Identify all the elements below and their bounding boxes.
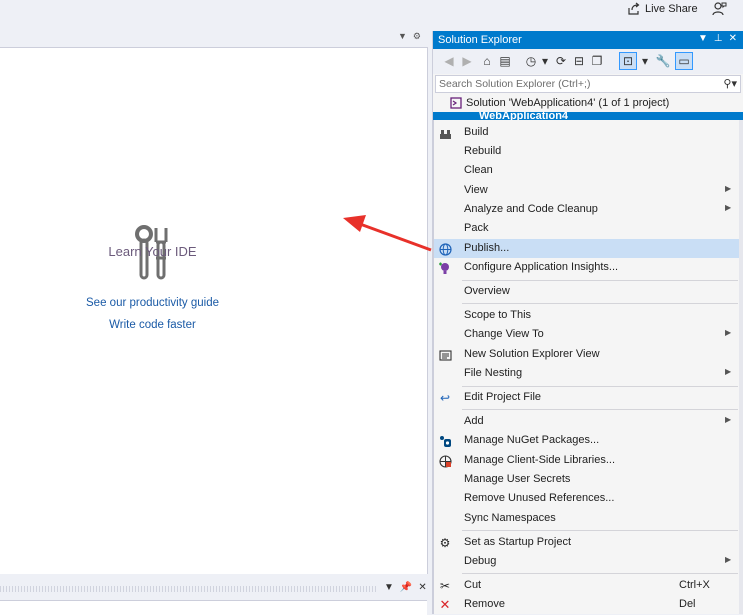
forward-icon[interactable]: ▶ [459,53,475,69]
menu-separator [462,530,738,531]
bottom-panel-header: ▼ 📌 ✕ [0,578,427,600]
submenu-arrow-icon: ▶ [725,184,732,193]
new-view-icon [438,348,452,362]
drag-handle[interactable] [0,586,378,592]
start-page: Learn Your IDE See our productivity guid… [0,47,428,574]
share-icon [628,2,640,15]
close-icon[interactable]: ✕ [418,582,426,593]
cut-shortcut: Ctrl+X [679,579,710,591]
submenu-arrow-icon: ▶ [725,203,732,212]
pin-icon[interactable]: 📌 [400,582,412,593]
menu-item-change-view-to[interactable]: Change View To ▶ [434,325,740,344]
sync-with-document-icon[interactable]: ⊡ [619,52,637,70]
menu-item-file-nesting[interactable]: File Nesting ▶ [434,364,740,383]
solution-explorer-title-bar: Solution Explorer ▼ ⊥ ✕ [433,31,743,49]
menu-item-remove[interactable]: ✕ Remove Del [434,595,740,614]
switch-views-icon[interactable]: ▤ [497,53,513,69]
live-share-button[interactable]: Live Share [627,0,698,18]
submenu-arrow-icon: ▶ [725,555,732,564]
feedback-icon[interactable] [711,1,727,17]
back-icon[interactable]: ◀ [441,53,457,69]
context-menu: Build Rebuild Clean View ▶ Analyze and Co… [433,120,741,614]
menu-item-user-secrets[interactable]: Manage User Secrets [434,470,740,489]
menu-item-pack[interactable]: Pack [434,219,740,238]
close-icon[interactable]: ✕ [729,33,737,44]
live-share-label: Live Share [645,3,698,15]
menu-item-publish[interactable]: Publish... [434,239,740,258]
submenu-arrow-icon: ▶ [725,367,732,376]
edit-arrow-icon: ↩ [439,391,451,405]
editor-tab-controls: ▼ ⚙ [398,31,421,42]
submenu-arrow-icon: ▶ [725,328,732,337]
project-node[interactable]: WebApplication4 [433,112,743,120]
solution-label: Solution 'WebApplication4' (1 of 1 proje… [466,97,670,109]
show-all-files-icon[interactable]: ❐ [589,53,605,69]
remove-shortcut: Del [679,598,696,610]
project-label: WebApplication4 [479,112,569,120]
menu-item-rebuild[interactable]: Rebuild [434,142,740,161]
menu-separator [462,303,738,304]
remove-icon: ✕ [439,597,451,612]
menu-item-overview[interactable]: Overview [434,282,740,301]
productivity-guide-link[interactable]: See our productivity guide [0,297,305,309]
menu-item-remove-unused-references[interactable]: Remove Unused References... [434,489,740,508]
menu-item-sync-namespaces[interactable]: Sync Namespaces [434,509,740,528]
menu-item-set-startup[interactable]: ⚙ Set as Startup Project [434,533,740,552]
scissors-icon: ✂ [439,579,451,593]
menu-item-debug[interactable]: Debug ▶ [434,552,740,571]
search-placeholder: Search Solution Explorer (Ctrl+;) [439,78,591,90]
menu-item-client-libraries[interactable]: Manage Client-Side Libraries... [434,451,740,470]
app-insights-icon [438,261,452,275]
solution-node[interactable]: Solution 'WebApplication4' (1 of 1 proje… [433,94,743,112]
solution-explorer-toolbar: ◀ ▶ ⌂ ▤ ◷ ▾ ⟳ ⊟ ❐ ⊡ ▾ 🔧 ▭ [433,49,743,74]
dropdown-icon[interactable]: ▼ [398,31,407,42]
bottom-panel [0,600,427,615]
globe-icon [438,242,452,256]
pin-icon[interactable]: ⊥ [714,33,723,44]
write-code-faster-link[interactable]: Write code faster [0,319,305,331]
gear-icon[interactable]: ⚙ [413,31,421,42]
menu-item-edit-project-file[interactable]: ↩ Edit Project File [434,388,740,407]
refresh-icon[interactable]: ⟳ [553,53,569,69]
menu-item-new-se-view[interactable]: New Solution Explorer View [434,345,740,364]
menu-item-cut[interactable]: ✂ Cut Ctrl+X [434,576,740,595]
search-input[interactable]: Search Solution Explorer (Ctrl+;) ⚲▾ [435,75,741,93]
menu-item-add[interactable]: Add ▶ [434,412,740,431]
menu-item-scope-to-this[interactable]: Scope to This [434,306,740,325]
search-icon[interactable]: ⚲▾ [723,77,737,90]
dropdown-icon[interactable]: ▼ [698,33,708,44]
dropdown-icon[interactable]: ▼ [384,582,394,593]
properties-icon[interactable]: 🔧 [655,53,671,69]
learn-your-ide-title: Learn Your IDE [108,244,197,259]
chevron-down-icon[interactable]: ▾ [537,53,553,69]
menu-separator [462,573,738,574]
build-icon [438,126,452,140]
preview-selected-items-icon[interactable]: ▭ [675,52,693,70]
menu-item-view[interactable]: View ▶ [434,181,740,200]
menu-separator [462,409,738,410]
client-libraries-icon [438,454,452,468]
menu-item-nuget[interactable]: Manage NuGet Packages... [434,431,740,450]
scrollbar[interactable] [739,120,743,614]
solution-icon [450,97,462,109]
menu-item-app-insights[interactable]: Configure Application Insights... [434,258,740,277]
solution-explorer-title: Solution Explorer [438,34,522,46]
menu-separator [462,280,738,281]
menu-item-build[interactable]: Build [434,123,740,142]
gear-icon: ⚙ [439,536,451,550]
nuget-icon [438,434,452,448]
home-icon[interactable]: ⌂ [479,53,495,69]
collapse-all-icon[interactable]: ⊟ [571,53,587,69]
submenu-arrow-icon: ▶ [725,415,732,424]
chevron-down-icon[interactable]: ▾ [637,53,653,69]
menu-item-clean[interactable]: Clean [434,161,740,180]
menu-item-analyze[interactable]: Analyze and Code Cleanup ▶ [434,200,740,219]
menu-separator [462,386,738,387]
